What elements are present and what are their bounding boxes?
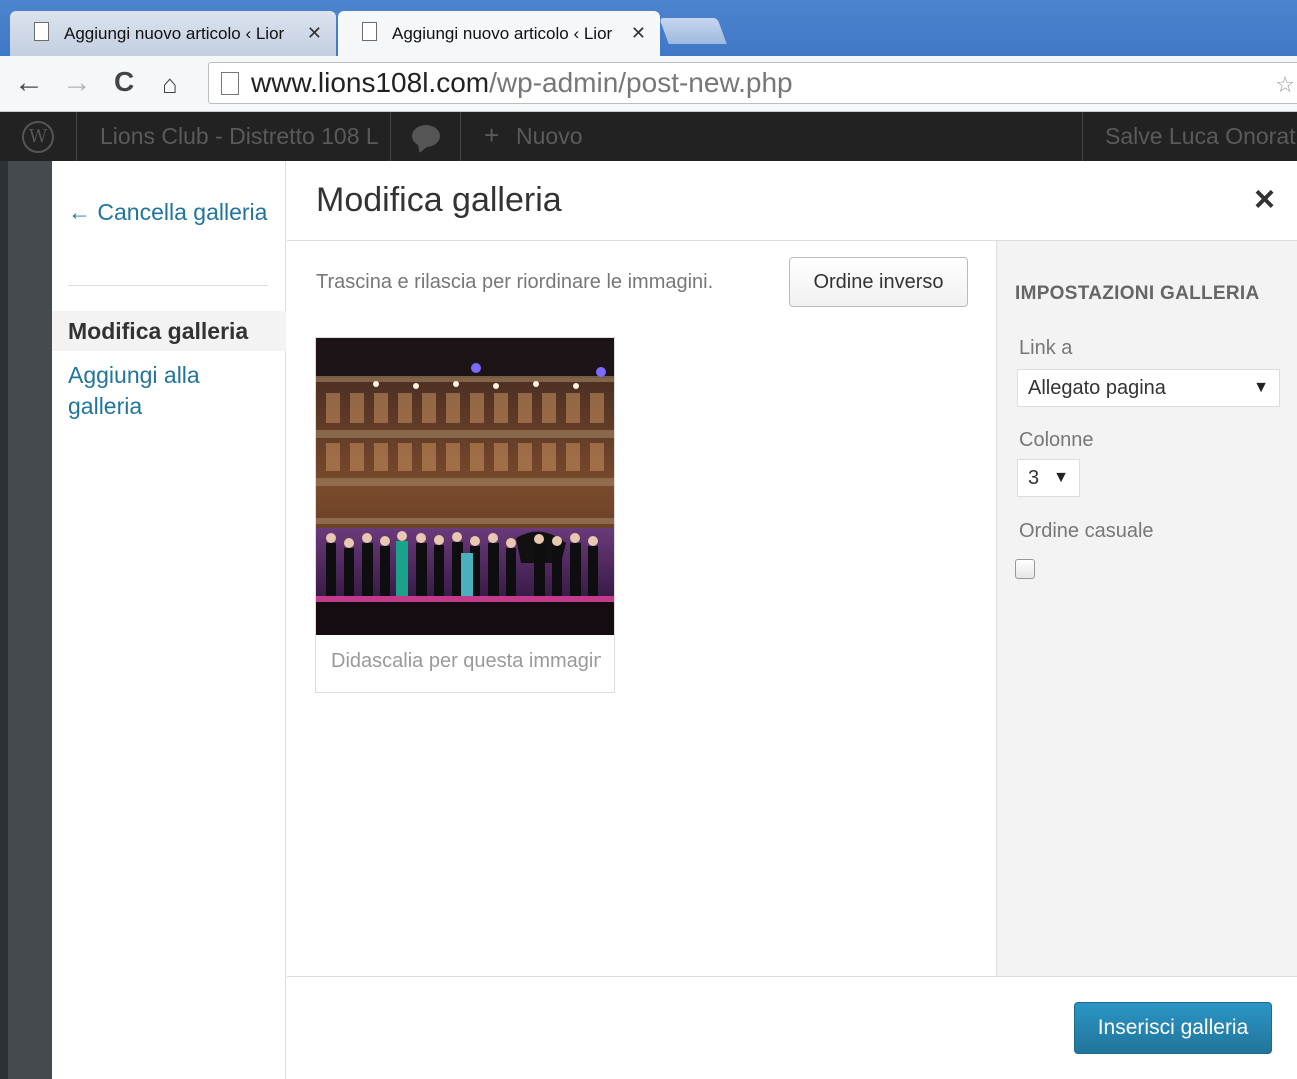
site-name-link[interactable]: Lions Club - Distretto 108 L — [100, 123, 379, 150]
plus-icon[interactable]: + — [484, 120, 499, 151]
random-order-checkbox[interactable] — [1015, 559, 1035, 579]
back-arrow-icon[interactable]: ← — [14, 66, 44, 100]
media-frame-toolbar: Inserisci galleria — [287, 976, 1297, 1079]
browser-tab-2[interactable]: Aggiungi nuovo articolo ‹ Lior ✕ — [338, 11, 660, 56]
link-to-value: Allegato pagina — [1028, 377, 1166, 399]
dropdown-arrow-icon: ▼ — [1253, 379, 1269, 396]
bookmark-star-icon[interactable]: ☆ — [1275, 72, 1295, 98]
columns-label: Colonne — [1019, 429, 1094, 451]
tab-title: Aggiungi nuovo articolo ‹ Lior — [64, 23, 285, 43]
random-order-label: Ordine casuale — [1019, 520, 1154, 542]
divider — [460, 112, 461, 161]
page-icon — [362, 22, 377, 41]
tab-close-icon[interactable]: ✕ — [631, 23, 646, 44]
columns-select[interactable]: 3 ▼ — [1017, 459, 1080, 497]
browser-tab-strip: Aggiungi nuovo articolo ‹ Lior ✕ Aggiung… — [0, 0, 1297, 56]
account-greeting[interactable]: Salve Luca Onorati — [1105, 123, 1297, 150]
close-icon[interactable]: × — [1254, 179, 1275, 219]
new-tab-button[interactable] — [659, 18, 727, 44]
reload-icon[interactable]: C — [114, 66, 134, 98]
link-to-select[interactable]: Allegato pagina ▼ — [1017, 369, 1280, 407]
gallery-attachment[interactable]: Didascalia per questa immagine — [315, 337, 615, 693]
forward-arrow-icon[interactable]: → — [62, 66, 92, 100]
reverse-order-button[interactable]: Ordine inverso — [789, 257, 968, 307]
reorder-instructions: Trascina e rilascia per riordinare le im… — [316, 271, 714, 293]
new-content-link[interactable]: Nuovo — [516, 123, 582, 150]
concert-photo-thumbnail[interactable] — [316, 338, 614, 635]
cancel-gallery-link[interactable]: ← Cancella galleria — [68, 197, 268, 228]
media-frame-menu: ← Cancella galleria Modifica galleria Ag… — [52, 161, 286, 1079]
tab-title: Aggiungi nuovo articolo ‹ Lior — [392, 23, 613, 43]
media-frame-content: Trascina e rilascia per riordinare le im… — [287, 241, 996, 976]
dropdown-arrow-icon: ▼ — [1053, 469, 1069, 486]
gallery-settings-sidebar: IMPOSTAZIONI GALLERIA Link a Allegato pa… — [996, 241, 1297, 976]
page-icon — [221, 71, 239, 95]
comments-icon[interactable] — [412, 125, 440, 147]
columns-value: 3 — [1028, 467, 1040, 489]
caption-input[interactable]: Didascalia per questa immagine — [331, 650, 601, 673]
wordpress-logo-icon[interactable]: W — [22, 121, 54, 153]
menu-item-edit-gallery[interactable]: Modifica galleria — [52, 311, 286, 351]
menu-item-add-to-gallery[interactable]: Aggiungi alla galleria — [68, 360, 268, 422]
tab-close-icon[interactable]: ✕ — [307, 23, 322, 44]
divider — [76, 112, 77, 161]
browser-toolbar: ← → C ⌂ www.lions108l.com/wp-admin/post-… — [0, 56, 1297, 112]
browser-tab-1[interactable]: Aggiungi nuovo articolo ‹ Lior ✕ — [10, 11, 336, 56]
link-to-label: Link a — [1019, 337, 1073, 359]
address-bar[interactable]: www.lions108l.com/wp-admin/post-new.php — [208, 62, 1297, 104]
divider — [1082, 112, 1083, 161]
divider — [390, 112, 391, 161]
concert-photo-image — [316, 338, 614, 635]
media-frame-title: Modifica galleria × — [287, 161, 1297, 241]
url-text: www.lions108l.com/wp-admin/post-new.php — [251, 67, 793, 98]
home-icon[interactable]: ⌂ — [162, 69, 178, 100]
insert-gallery-button[interactable]: Inserisci galleria — [1074, 1002, 1272, 1054]
menu-separator — [68, 285, 268, 286]
modal-title: Modifica galleria — [316, 181, 562, 219]
wp-admin-bar: W Lions Club - Distretto 108 L + Nuovo S… — [0, 112, 1297, 161]
window-edge — [0, 161, 8, 1079]
page-icon — [34, 22, 49, 41]
settings-heading: IMPOSTAZIONI GALLERIA — [1015, 283, 1260, 304]
